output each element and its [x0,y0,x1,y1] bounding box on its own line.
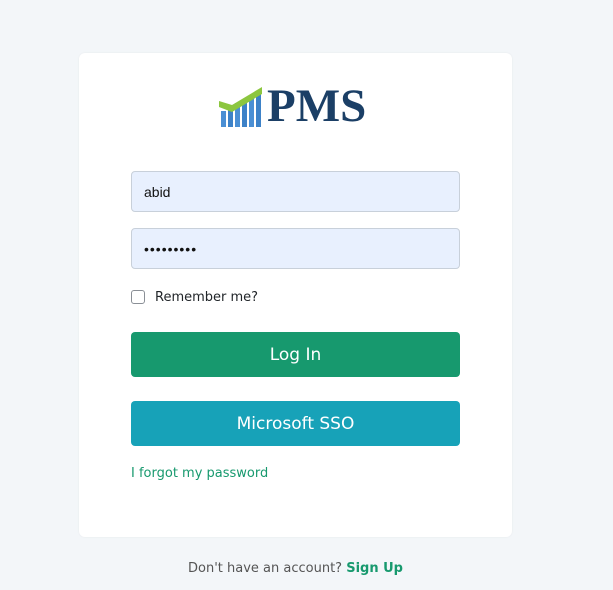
remember-me-label[interactable]: Remember me? [155,290,258,305]
bar-chart-check-icon [219,87,262,127]
username-input[interactable] [131,171,460,212]
remember-me-checkbox[interactable] [131,290,145,304]
signup-prompt: Don't have an account? [188,561,343,576]
remember-me[interactable]: Remember me? [131,289,258,305]
microsoft-sso-button[interactable]: Microsoft SSO [131,401,460,446]
password-input[interactable] [131,228,460,269]
logo-text: PMS [267,80,367,132]
login-button[interactable]: Log In [131,332,460,377]
pms-logo: PMS [219,80,367,132]
signup-footer: Don't have an account? Sign Up [0,561,591,576]
login-card: PMS Remember me? Log In Microsoft SSO I … [79,53,512,537]
forgot-password-link[interactable]: I forgot my password [131,466,268,481]
signup-link[interactable]: Sign Up [346,561,403,576]
